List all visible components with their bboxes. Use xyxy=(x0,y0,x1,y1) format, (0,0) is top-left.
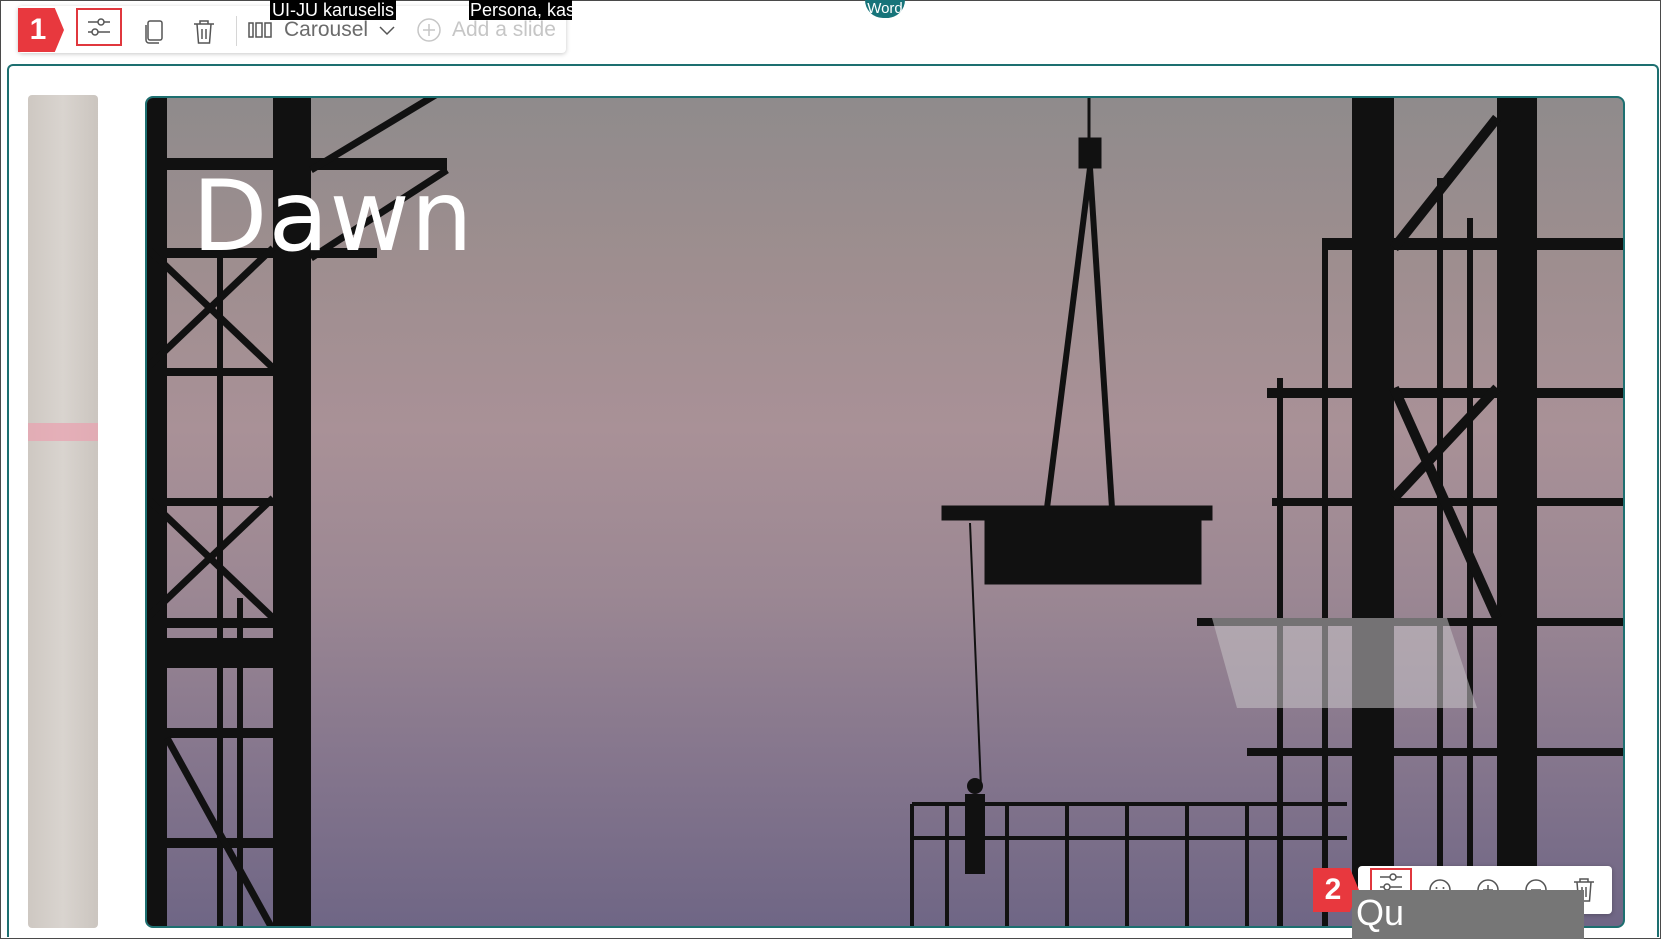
duplicate-icon xyxy=(145,20,163,44)
add-slide-label: Add a slide xyxy=(452,18,556,41)
toolbar-divider xyxy=(236,16,237,46)
callout-badge-1: 1 xyxy=(18,8,64,52)
duplicate-button[interactable] xyxy=(136,14,172,50)
add-circle-icon xyxy=(417,18,441,42)
layout-label: Carousel xyxy=(284,18,369,41)
delete-icon xyxy=(194,20,214,44)
tooltip: Qu xyxy=(1352,890,1584,939)
settings-sliders-icon xyxy=(88,18,110,36)
overlay-label-2: Persona, kas xyxy=(469,0,572,20)
prev-slide-stripe xyxy=(28,423,98,441)
overlay-label-1: UI-JU karuselis xyxy=(270,0,397,20)
previous-slide-preview[interactable] xyxy=(28,95,98,928)
delete-button[interactable] xyxy=(186,14,222,50)
carousel-slide[interactable]: Dawn xyxy=(145,96,1625,928)
edit-properties-button[interactable] xyxy=(76,8,122,46)
carousel-layout-icon xyxy=(248,22,272,38)
slide-title[interactable]: Dawn xyxy=(192,160,474,274)
chevron-down-icon xyxy=(379,26,395,36)
